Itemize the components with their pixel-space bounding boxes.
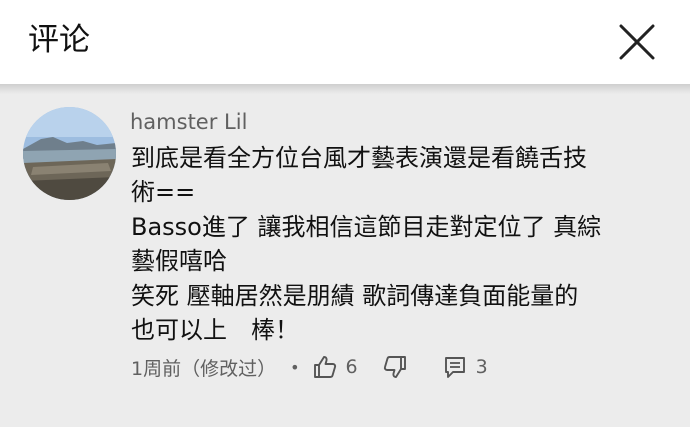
header-shadow [0, 84, 690, 94]
comment-line: 到底是看全方位台風才藝表演還是看饒舌技 [131, 144, 587, 172]
like-count: 6 [345, 356, 358, 378]
thumbs-down-icon[interactable] [382, 354, 408, 380]
comment-line: 也可以上 棒！ [131, 316, 299, 345]
header: 评论 [0, 0, 690, 84]
reply-icon[interactable] [442, 354, 468, 380]
comment-line: 笑死 壓軸居然是朋績 歌詞傳達負面能量的 [131, 281, 579, 310]
comment-text: 到底是看全方位台風才藝表演還是看饒舌技 術== Basso進了 讓我相信這節目走… [131, 141, 651, 347]
thumbs-up-icon[interactable] [312, 354, 338, 380]
page-title: 评论 [28, 22, 90, 58]
comment-line: Basso進了 讓我相信這節目走對定位了 真綜 [131, 212, 602, 241]
separator-dot: • [290, 357, 300, 377]
comment-line: 藝假嘻哈 [131, 247, 227, 276]
close-icon[interactable] [612, 18, 662, 66]
comment-line: 術== [131, 178, 196, 207]
avatar[interactable] [23, 107, 116, 200]
comment-author[interactable]: hamster Lil [130, 108, 247, 136]
reply-count: 3 [475, 356, 488, 378]
comment-timestamp: 1周前（修改过） [131, 357, 277, 380]
comment-meta: 1周前（修改过） • 6 3 [131, 350, 512, 384]
